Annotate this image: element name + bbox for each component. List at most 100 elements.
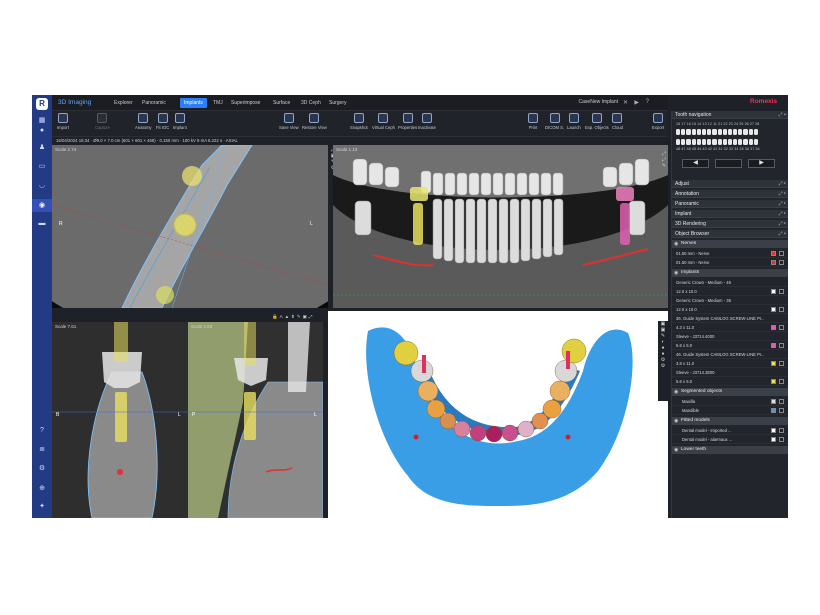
save-view-icon [283,113,294,123]
list-item[interactable]: 4.3 x 11.0 [672,323,788,332]
implants-group[interactable]: ◉ Implants [672,269,788,277]
tab-surgery[interactable]: Surgery [325,98,351,108]
tooth-navigation-header[interactable]: Tooth navigation ⤢ ▾ [672,111,788,119]
implant-button[interactable]: Implant [173,113,187,130]
list-item[interactable]: 01.50 mm - Nerve [672,258,788,267]
eye-icon[interactable]: ◉ [674,388,678,396]
list-item[interactable]: Dental model - alarmaux ... [672,435,788,444]
help-circle-icon[interactable]: ? [646,99,649,105]
list-item[interactable]: 01.50 mm - Nerve [672,249,788,258]
list-item[interactable]: 46. Guide System CAMLOG SCREW-LINE Pr... [672,350,788,359]
tooth-field[interactable] [715,159,742,168]
export-objects-button[interactable]: Exp. Objects [585,113,609,130]
cross1-scale: Scale 7.61 [55,324,77,329]
color-swatch[interactable] [771,251,776,256]
list-item[interactable]: Generic Crown - Medium - 36 [672,296,788,305]
dicom-send-button[interactable]: DICOM S. [545,113,564,130]
tab-surface[interactable]: Surface [269,98,294,108]
import-button[interactable]: Import [57,113,69,130]
next-tooth-button[interactable]: ▶ [748,159,775,168]
list-item[interactable]: Dental model - Imported ... [672,426,788,435]
cross-section-tools[interactable]: 🔒A▲⬆✎▣⤢ [272,314,324,320]
grid-icon[interactable]: ▦ [37,116,47,126]
collapse-icon[interactable]: ⤢ ▾ [779,111,787,119]
segmented-objects-group[interactable]: ◉ Segmented objects [672,388,788,396]
annotation-section[interactable]: Annotation ⤢ ▸ [672,190,788,198]
tools-icon[interactable]: ⚙ [37,464,47,474]
upper-teeth-row[interactable] [676,129,758,135]
panoramic-tools[interactable]: ⤢ ⤢ ✎ [660,151,668,169]
cross-section-viewport-2[interactable]: P L Scale 1.63 [188,322,323,518]
implant-section[interactable]: Implant ⤢ ▸ [672,210,788,218]
inactivate-button[interactable]: Inactivate [418,113,436,130]
list-item[interactable]: Generic Crown - Medium - 46 [672,278,788,287]
list-item[interactable]: 5.6 x 5.0 [672,341,788,350]
import-icon [57,113,68,123]
eye-icon[interactable]: ◉ [674,417,678,425]
print-button[interactable]: Print [528,113,538,130]
list-item[interactable]: 3.8 x 11.0 [672,359,788,368]
3d-tools[interactable]: ▣ ▣ ✎ ◐ ● ● ⚙ ⚙ [658,321,668,401]
cloud-button[interactable]: Cloud [612,113,623,130]
anatomy-button[interactable]: Anatomy [135,113,152,130]
list-item[interactable]: 12.0 x 10.0 [672,287,788,296]
eye-icon[interactable]: ◉ [674,446,678,454]
3d-jaw-model [328,311,668,518]
list-item[interactable]: Maxilla [672,397,788,406]
close-icon[interactable]: ✕ [623,99,628,106]
tasks-icon[interactable]: ≣ [37,445,47,455]
restore-view-button[interactable]: Restore View [302,113,327,130]
image-icon[interactable]: ▭ [37,162,47,172]
patients-icon[interactable]: ● [37,126,47,136]
tab-tmj[interactable]: TMJ [209,98,227,108]
cross2-scale: Scale 1.63 [191,324,213,329]
list-item[interactable]: 36. Guide System CAMLOG SCREW-LINE Pr... [672,314,788,323]
skull-icon [378,113,389,123]
plus-icon[interactable]: ⊕ [37,484,47,494]
module-menu-bar: 3D Imaging Explorer Panoramic Implants T… [52,95,668,111]
lower-teeth-row[interactable] [676,139,758,145]
tooth-2d-icon[interactable]: ◡ [37,181,47,191]
panoramic-viewport[interactable]: Scale 1.13 [333,145,668,308]
color-swatch[interactable] [771,260,776,265]
cross1-right-marker: L [178,412,181,418]
3d-rendering-section[interactable]: 3D Rendering ⤢ ▸ [672,220,788,228]
right-side-panel: Tooth navigation ⤢ ▾ 18 17 16 15 14 13 12… [671,111,788,518]
list-item[interactable]: Sleeve - J3714.3800 [672,368,788,377]
object-browser-section[interactable]: Object Browser ⤢ ▾ [672,230,788,238]
adjust-section[interactable]: Adjust ⤢ ▸ [672,180,788,188]
fit-ioc-button[interactable]: Fit IOC [156,113,169,130]
3d-rendering-viewport[interactable] [328,311,668,518]
save-view-button[interactable]: Save View [279,113,299,130]
previous-tooth-button[interactable]: ◀ [682,159,709,168]
scan-icon[interactable]: ▬ [37,219,47,229]
list-item[interactable]: Sleeve - J3714.4000 [672,332,788,341]
virtual-ceph-button[interactable]: Virtual Ceph [372,113,395,130]
tab-explorer[interactable]: Explorer [110,98,137,108]
lower-teeth-group[interactable]: ◉ Lower teeth [672,446,788,454]
tab-panoramic[interactable]: Panoramic [138,98,170,108]
tab-superimpose[interactable]: Superimpose [227,98,264,108]
list-item[interactable]: 12.0 x 10.0 [672,305,788,314]
tab-3d-ceph[interactable]: 3D Ceph [297,98,325,108]
cross-section-viewport-1[interactable]: B L Scale 7.61 [52,322,188,518]
eye-icon[interactable]: ◉ [674,269,678,277]
nerves-group[interactable]: ◉ Nerves [672,240,788,248]
settings-icon[interactable]: ✦ [37,502,47,512]
user-icon[interactable]: ♟ [37,143,47,153]
snapshot-button[interactable]: Snapshot [350,113,368,130]
list-item[interactable]: 5.6 x 5.0 [672,377,788,386]
tooth-3d-icon[interactable]: ◉ [32,199,52,212]
panoramic-section[interactable]: Panoramic ⤢ ▸ [672,200,788,208]
list-item[interactable]: Mandible [672,406,788,415]
fitted-models-group[interactable]: ◉ Fitted models [672,417,788,425]
eye-icon[interactable]: ◉ [674,240,678,248]
launch-button[interactable]: Launch [567,113,581,130]
help-icon[interactable]: ? [37,426,47,436]
properties-button[interactable]: Properties [398,113,417,130]
capture-button[interactable]: Capture [95,113,110,130]
tab-implants[interactable]: Implants [180,98,207,108]
export-button[interactable]: Export [652,113,664,130]
video-icon[interactable]: ▶ [634,99,639,106]
axial-viewport[interactable]: R L Scale 2.74 [52,145,328,308]
